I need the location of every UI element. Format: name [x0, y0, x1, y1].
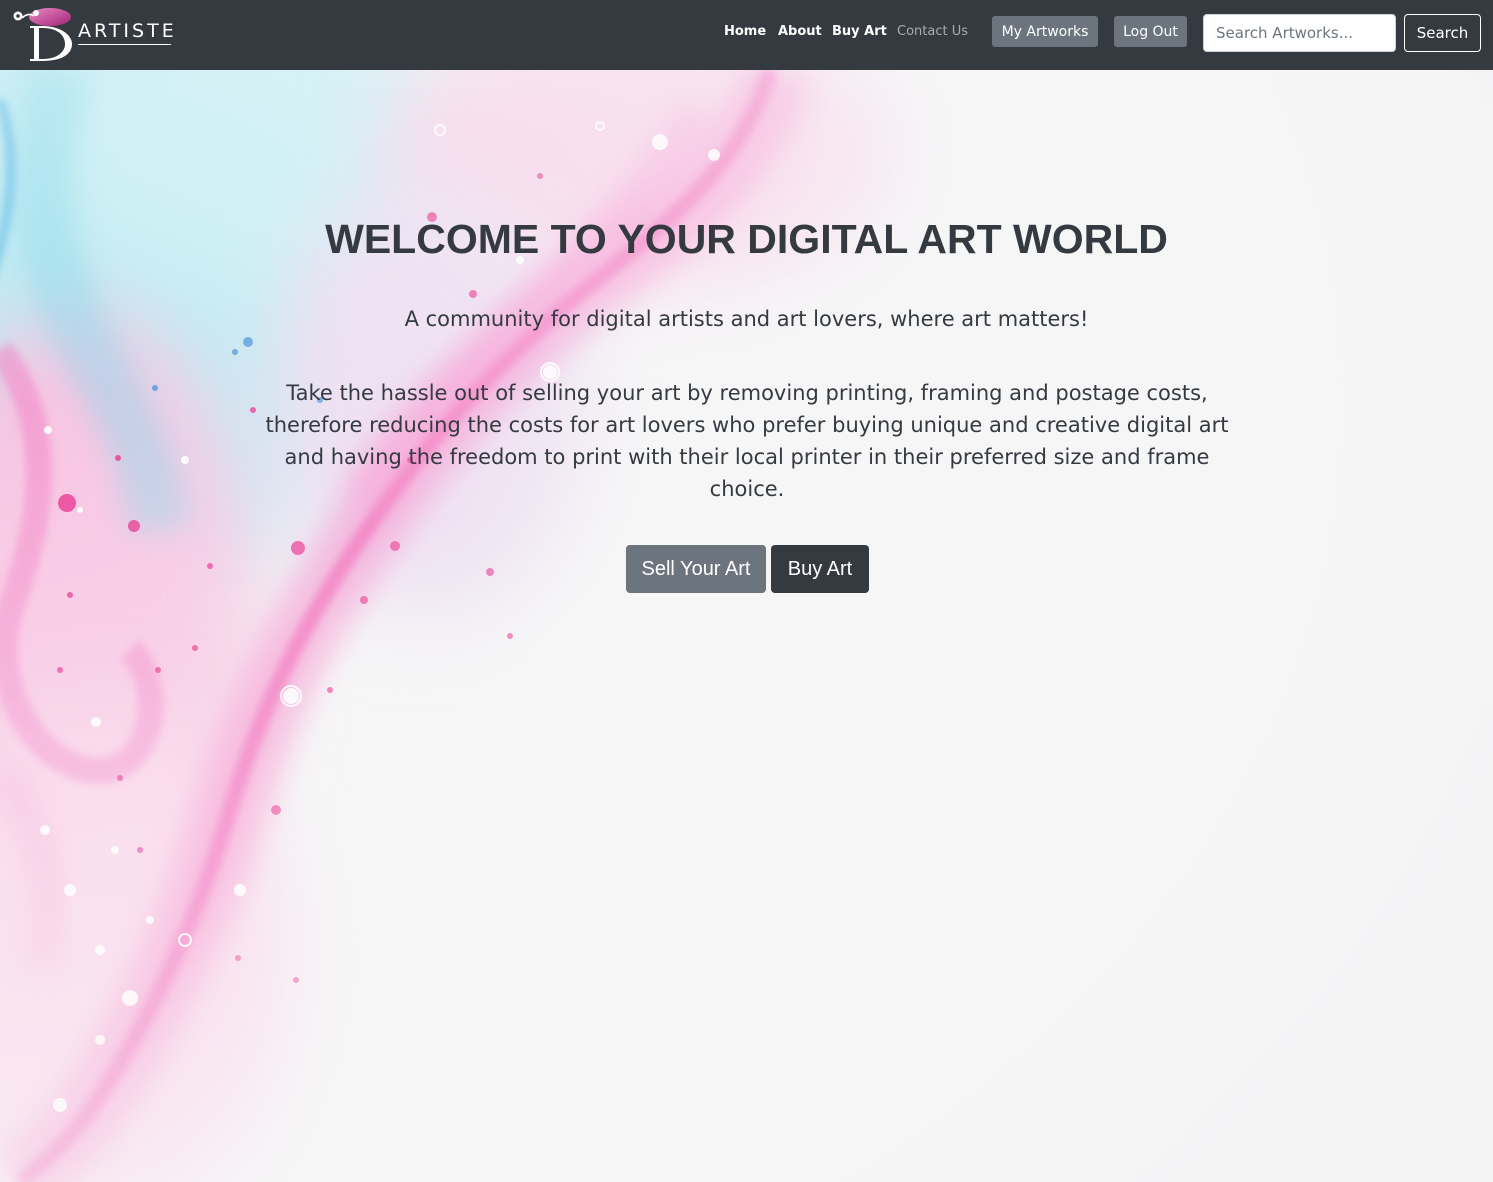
nav-buy-art-link[interactable]: Buy Art	[832, 24, 887, 39]
hero-title: WELCOME TO YOUR DIGITAL ART WORLD	[325, 216, 1168, 262]
nav-contact-us-link[interactable]: Contact Us	[897, 24, 968, 39]
search-input[interactable]	[1203, 14, 1396, 52]
hero-section: WELCOME TO YOUR DIGITAL ART WORLD A comm…	[0, 70, 1493, 1182]
hero-tagline: A community for digital artists and art …	[404, 307, 1089, 331]
nav-home-link[interactable]: Home	[724, 24, 766, 39]
brand-logo[interactable]: ARTISTE	[12, 4, 182, 62]
brand-wordmark: ARTISTE	[78, 20, 177, 42]
search-button[interactable]: Search	[1404, 14, 1481, 52]
buy-art-button[interactable]: Buy Art	[771, 545, 869, 593]
brand-underline	[78, 44, 171, 45]
log-out-button[interactable]: Log Out	[1114, 16, 1187, 47]
hero-description: Take the hassle out of selling your art …	[265, 381, 1229, 501]
my-artworks-button[interactable]: My Artworks	[992, 16, 1098, 47]
navbar: ARTISTE Home About Buy Art Contact Us My…	[0, 0, 1493, 70]
palette-logo-icon	[13, 8, 72, 61]
sell-your-art-button[interactable]: Sell Your Art	[626, 545, 766, 593]
nav-about-link[interactable]: About	[778, 24, 822, 39]
